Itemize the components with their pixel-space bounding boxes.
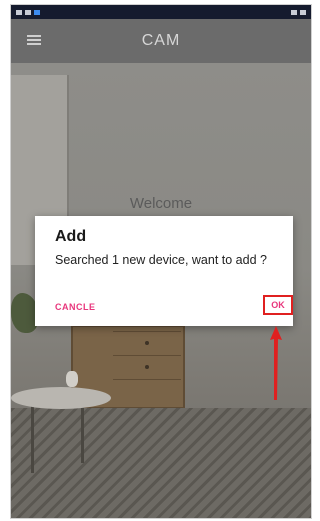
status-bar bbox=[11, 5, 311, 19]
arrow-up-icon bbox=[270, 326, 282, 400]
signal-icon bbox=[16, 9, 22, 15]
table-leg bbox=[81, 403, 84, 463]
ok-button[interactable]: OK bbox=[263, 295, 293, 315]
phone-screen: CAM Welcome Add Searched 1 new device, w… bbox=[10, 4, 312, 519]
app-title: CAM bbox=[141, 32, 181, 49]
cabinet-drawer bbox=[113, 379, 181, 404]
clock-icon bbox=[300, 9, 306, 15]
welcome-text: Welcome bbox=[129, 195, 193, 212]
app-bar: CAM bbox=[11, 19, 311, 63]
battery-icon bbox=[291, 9, 297, 15]
wifi-icon bbox=[25, 9, 31, 15]
dialog-title: Add bbox=[55, 228, 87, 245]
vase-image bbox=[66, 371, 78, 387]
status-right-icons bbox=[291, 9, 306, 15]
add-device-dialog: Add Searched 1 new device, want to add ?… bbox=[35, 216, 293, 326]
side-table bbox=[11, 387, 111, 409]
dialog-message: Searched 1 new device, want to add ? bbox=[55, 253, 267, 267]
cancel-button[interactable]: CANCLE bbox=[55, 302, 96, 312]
floor-rug bbox=[11, 408, 311, 518]
cabinet-knob bbox=[145, 341, 149, 345]
table-leg bbox=[31, 403, 34, 473]
app-notification-icon bbox=[34, 9, 40, 15]
status-left-icons bbox=[16, 9, 40, 15]
cabinet-knob bbox=[145, 365, 149, 369]
